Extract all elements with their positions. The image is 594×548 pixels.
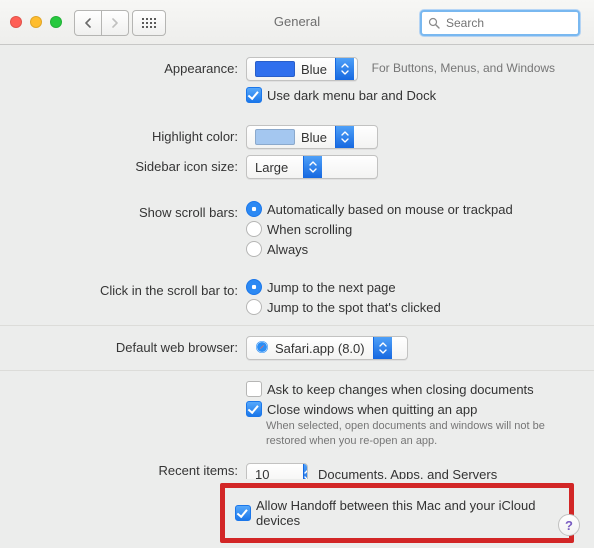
appearance-value: Blue: [301, 62, 327, 77]
radio-icon: [246, 201, 262, 217]
blue-swatch-icon: [255, 61, 295, 77]
default-browser-row: Default web browser: Safari.app (8.0): [20, 336, 574, 360]
highlight-popup[interactable]: Blue: [246, 125, 378, 149]
default-browser-value: Safari.app (8.0): [275, 341, 365, 356]
show-all-button[interactable]: [132, 10, 166, 36]
ask-changes-checkbox[interactable]: Ask to keep changes when closing documen…: [246, 381, 574, 397]
scrollbars-option-when-scrolling[interactable]: When scrolling: [246, 221, 574, 237]
appearance-popup[interactable]: Blue: [246, 57, 358, 81]
handoff-label: Allow Handoff between this Mac and your …: [256, 498, 559, 528]
highlight-label: Highlight color:: [20, 125, 246, 144]
nav-group: [74, 10, 129, 36]
ask-changes-label: Ask to keep changes when closing documen…: [267, 382, 534, 397]
back-button[interactable]: [74, 10, 102, 36]
highlight-row: Highlight color: Blue: [20, 125, 574, 149]
traffic-lights: [10, 0, 62, 44]
scrollbars-option-label: Always: [267, 242, 308, 257]
popup-arrows-icon: [373, 337, 392, 359]
close-button[interactable]: [10, 16, 22, 28]
prefs-window: General Appearance: Blue For Buttons, Me…: [0, 0, 594, 548]
dark-menu-checkbox[interactable]: Use dark menu bar and Dock: [246, 87, 574, 103]
scroll-click-row: Click in the scroll bar to: Jump to the …: [20, 279, 574, 315]
scrollbars-option-auto[interactable]: Automatically based on mouse or trackpad: [246, 201, 574, 217]
scrollbars-label: Show scroll bars:: [20, 201, 246, 220]
grid-icon: [142, 18, 156, 28]
scroll-click-label: Click in the scroll bar to:: [20, 279, 246, 298]
scrollbars-option-always[interactable]: Always: [246, 241, 574, 257]
default-browser-label: Default web browser:: [20, 336, 246, 355]
recent-items-value: 10: [255, 467, 269, 479]
recent-items-popup[interactable]: 10: [246, 463, 308, 479]
popup-arrows-icon: [335, 58, 354, 80]
search-field[interactable]: [420, 10, 580, 36]
sidebar-size-label: Sidebar icon size:: [20, 155, 246, 174]
forward-button[interactable]: [102, 10, 129, 36]
handoff-highlight: Allow Handoff between this Mac and your …: [220, 483, 574, 543]
popup-arrows-icon: [303, 156, 322, 178]
dark-menu-label: Use dark menu bar and Dock: [267, 88, 436, 103]
help-button[interactable]: ?: [558, 514, 580, 536]
scroll-click-option-next-page[interactable]: Jump to the next page: [246, 279, 574, 295]
radio-icon: [246, 241, 262, 257]
toolbar: General: [0, 0, 594, 45]
chevron-left-icon: [84, 18, 92, 28]
recent-items-label: Recent items:: [20, 463, 246, 478]
help-glyph: ?: [565, 518, 573, 533]
checkbox-icon: [246, 87, 262, 103]
documents-row: Ask to keep changes when closing documen…: [20, 381, 574, 449]
appearance-row: Appearance: Blue For Buttons, Menus, and…: [20, 57, 574, 103]
recent-items-row: Recent items: 10 Documents, Apps, and Se…: [20, 463, 574, 479]
appearance-hint: For Buttons, Menus, and Windows: [372, 61, 555, 75]
highlight-swatch-icon: [255, 129, 295, 145]
recent-items-suffix: Documents, Apps, and Servers: [318, 467, 497, 479]
scroll-click-option-spot[interactable]: Jump to the spot that's clicked: [246, 299, 574, 315]
content: Appearance: Blue For Buttons, Menus, and…: [0, 45, 594, 548]
close-windows-label: Close windows when quitting an app: [267, 402, 477, 417]
radio-icon: [246, 299, 262, 315]
checkbox-icon: [235, 505, 251, 521]
scroll-click-option-label: Jump to the spot that's clicked: [267, 300, 441, 315]
minimize-button[interactable]: [30, 16, 42, 28]
default-browser-popup[interactable]: Safari.app (8.0): [246, 336, 408, 360]
sidebar-size-row: Sidebar icon size: Large: [20, 155, 574, 179]
highlight-value: Blue: [301, 130, 327, 145]
checkbox-icon: [246, 401, 262, 417]
close-windows-hint: When selected, open documents and window…: [266, 419, 566, 449]
sidebar-size-popup[interactable]: Large: [246, 155, 378, 179]
radio-icon: [246, 279, 262, 295]
checkbox-icon: [246, 381, 262, 397]
radio-icon: [246, 221, 262, 237]
appearance-label: Appearance:: [20, 57, 246, 76]
scrollbars-option-label: Automatically based on mouse or trackpad: [267, 202, 513, 217]
scrollbars-option-label: When scrolling: [267, 222, 352, 237]
handoff-checkbox[interactable]: Allow Handoff between this Mac and your …: [235, 498, 559, 528]
scrollbars-row: Show scroll bars: Automatically based on…: [20, 201, 574, 257]
search-input[interactable]: [444, 15, 572, 31]
popup-arrows-icon: [335, 126, 354, 148]
close-windows-checkbox[interactable]: Close windows when quitting an app: [246, 401, 574, 417]
zoom-button[interactable]: [50, 16, 62, 28]
search-icon: [428, 17, 440, 29]
popup-arrows-icon: [303, 464, 308, 479]
sidebar-size-value: Large: [255, 160, 288, 175]
scroll-click-option-label: Jump to the next page: [267, 280, 396, 295]
chevron-right-icon: [111, 18, 119, 28]
safari-icon: [255, 340, 269, 357]
